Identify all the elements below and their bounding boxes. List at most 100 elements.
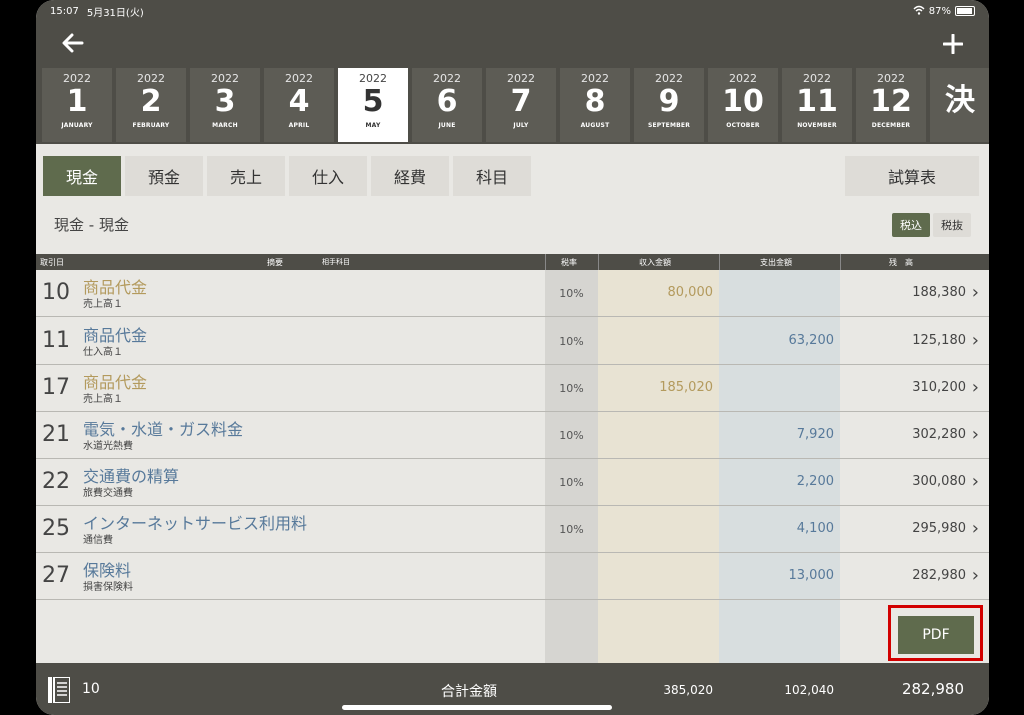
row-rate: 10%	[559, 429, 584, 442]
total-label: 合計金額	[441, 684, 497, 700]
tab-deposit[interactable]: 預金	[125, 156, 203, 196]
month-number: 9	[658, 84, 680, 119]
tab-cash[interactable]: 現金	[43, 156, 121, 196]
header-separator	[719, 254, 720, 270]
account-title: 現金 - 現金	[54, 216, 129, 234]
month-number: 4	[288, 84, 310, 119]
pdf-highlight-box: PDF	[888, 605, 983, 661]
row-day: 17	[42, 375, 70, 400]
nav-bar	[36, 22, 989, 68]
row-partner: 通信費	[83, 535, 113, 546]
status-time: 15:07	[50, 5, 79, 17]
total-expense: 102,040	[784, 683, 834, 697]
month-tab-8[interactable]: 2022 8 AUGUST	[560, 68, 630, 142]
month-tab-10[interactable]: 2022 10 OCTOBER	[708, 68, 778, 142]
table-row[interactable]: 10 商品代金 売上高１ 10% 80,000 188,380 ›	[36, 270, 989, 317]
chevron-right-icon[interactable]: ›	[972, 377, 979, 398]
month-number: 10	[722, 84, 764, 119]
chevron-right-icon[interactable]: ›	[972, 565, 979, 586]
row-balance: 302,280	[912, 427, 966, 442]
row-rate: 10%	[559, 287, 584, 300]
battery-icon	[955, 6, 975, 16]
tax-excluded-button[interactable]: 税抜	[933, 213, 971, 237]
row-rate: 10%	[559, 476, 584, 489]
tab-accounts[interactable]: 科目	[453, 156, 531, 196]
month-number: 12	[870, 84, 912, 119]
row-partner: 水道光熱費	[83, 441, 133, 452]
month-number: 6	[436, 84, 458, 119]
tab-purchases[interactable]: 仕入	[289, 156, 367, 196]
chevron-right-icon[interactable]: ›	[972, 330, 979, 351]
month-number: 5	[362, 84, 384, 119]
header-income: 収入金額	[639, 258, 671, 267]
month-tab-5[interactable]: 2022 5 MAY	[338, 68, 408, 142]
table-row[interactable]: 11 商品代金 仕入高１ 10% 63,200 125,180 ›	[36, 318, 989, 365]
month-name: AUGUST	[580, 122, 610, 129]
row-balance: 295,980	[912, 521, 966, 536]
month-tab-kessan[interactable]: 決	[930, 68, 989, 142]
month-name: JUNE	[438, 122, 456, 129]
home-indicator[interactable]	[342, 705, 612, 710]
row-expense: 2,200	[796, 474, 834, 489]
month-name: MARCH	[212, 122, 238, 129]
add-icon[interactable]	[942, 30, 964, 60]
month-tab-2[interactable]: 2022 2 FEBRUARY	[116, 68, 186, 142]
pdf-button[interactable]: PDF	[898, 616, 974, 654]
row-day: 11	[42, 328, 70, 353]
month-tab-6[interactable]: 2022 6 JUNE	[412, 68, 482, 142]
month-tab-9[interactable]: 2022 9 SEPTEMBER	[634, 68, 704, 142]
month-name: NOVEMBER	[797, 122, 837, 129]
month-tab-4[interactable]: 2022 4 APRIL	[264, 68, 334, 142]
month-tab-11[interactable]: 2022 11 NOVEMBER	[782, 68, 852, 142]
chevron-right-icon[interactable]: ›	[972, 424, 979, 445]
month-number: 2	[140, 84, 162, 119]
status-right: 87%	[913, 5, 975, 18]
month-tab-1[interactable]: 2022 1 JANUARY	[42, 68, 112, 142]
chevron-right-icon[interactable]: ›	[972, 471, 979, 492]
table-row[interactable]: 22 交通費の精算 旅費交通費 10% 2,200 300,080 ›	[36, 459, 989, 506]
row-expense: 4,100	[796, 521, 834, 536]
tab-expenses[interactable]: 経費	[371, 156, 449, 196]
row-expense: 7,920	[796, 427, 834, 442]
entry-count: 10	[82, 681, 100, 697]
month-tab-12[interactable]: 2022 12 DECEMBER	[856, 68, 926, 142]
row-partner: 売上高１	[83, 394, 123, 405]
row-partner: 売上高１	[83, 299, 123, 310]
month-name: SEPTEMBER	[647, 122, 691, 129]
row-expense: 13,000	[788, 568, 835, 583]
header-partner: 相手科目	[322, 258, 350, 266]
row-rate: 10%	[559, 335, 584, 348]
row-partner: 旅費交通費	[83, 488, 133, 499]
chevron-right-icon[interactable]: ›	[972, 518, 979, 539]
table-row[interactable]: 27 保険料 損害保険料 13,000 282,980 ›	[36, 553, 989, 600]
header-rate: 税率	[561, 258, 577, 267]
row-day: 27	[42, 563, 70, 588]
kessan-label: 決	[945, 83, 975, 118]
row-memo: インターネットサービス利用料	[83, 514, 308, 533]
trial-balance-button[interactable]: 試算表	[845, 156, 979, 196]
month-tab-3[interactable]: 2022 3 MARCH	[190, 68, 260, 142]
row-day: 21	[42, 422, 70, 447]
row-expense: 63,200	[788, 333, 835, 348]
tax-included-button[interactable]: 税込	[892, 213, 930, 237]
month-name: OCTOBER	[726, 122, 760, 129]
header-separator	[545, 254, 546, 270]
row-income: 80,000	[667, 285, 714, 300]
list-icon[interactable]	[48, 676, 71, 704]
tab-sales[interactable]: 売上	[207, 156, 285, 196]
row-rate: 10%	[559, 523, 584, 536]
app-window: 15:07 5月31日(火) 87% 2022 1 JANUARY 2022 2 FEB…	[36, 0, 989, 715]
row-balance: 282,980	[912, 568, 966, 583]
month-tab-7[interactable]: 2022 7 JULY	[486, 68, 556, 142]
chevron-right-icon[interactable]: ›	[972, 282, 979, 303]
table-row[interactable]: 17 商品代金 売上高１ 10% 185,020 310,200 ›	[36, 365, 989, 412]
header-separator	[840, 254, 841, 270]
header-balance: 残 高	[889, 258, 913, 267]
month-name: JANUARY	[61, 122, 93, 129]
table-row[interactable]: 25 インターネットサービス利用料 通信費 10% 4,100 295,980 …	[36, 506, 989, 553]
table-row[interactable]: 21 電気・水道・ガス料金 水道光熱費 10% 7,920 302,280 ›	[36, 412, 989, 459]
row-day: 10	[42, 280, 70, 305]
row-day: 25	[42, 516, 70, 541]
back-arrow-icon[interactable]	[62, 32, 84, 59]
wifi-icon	[913, 5, 925, 18]
